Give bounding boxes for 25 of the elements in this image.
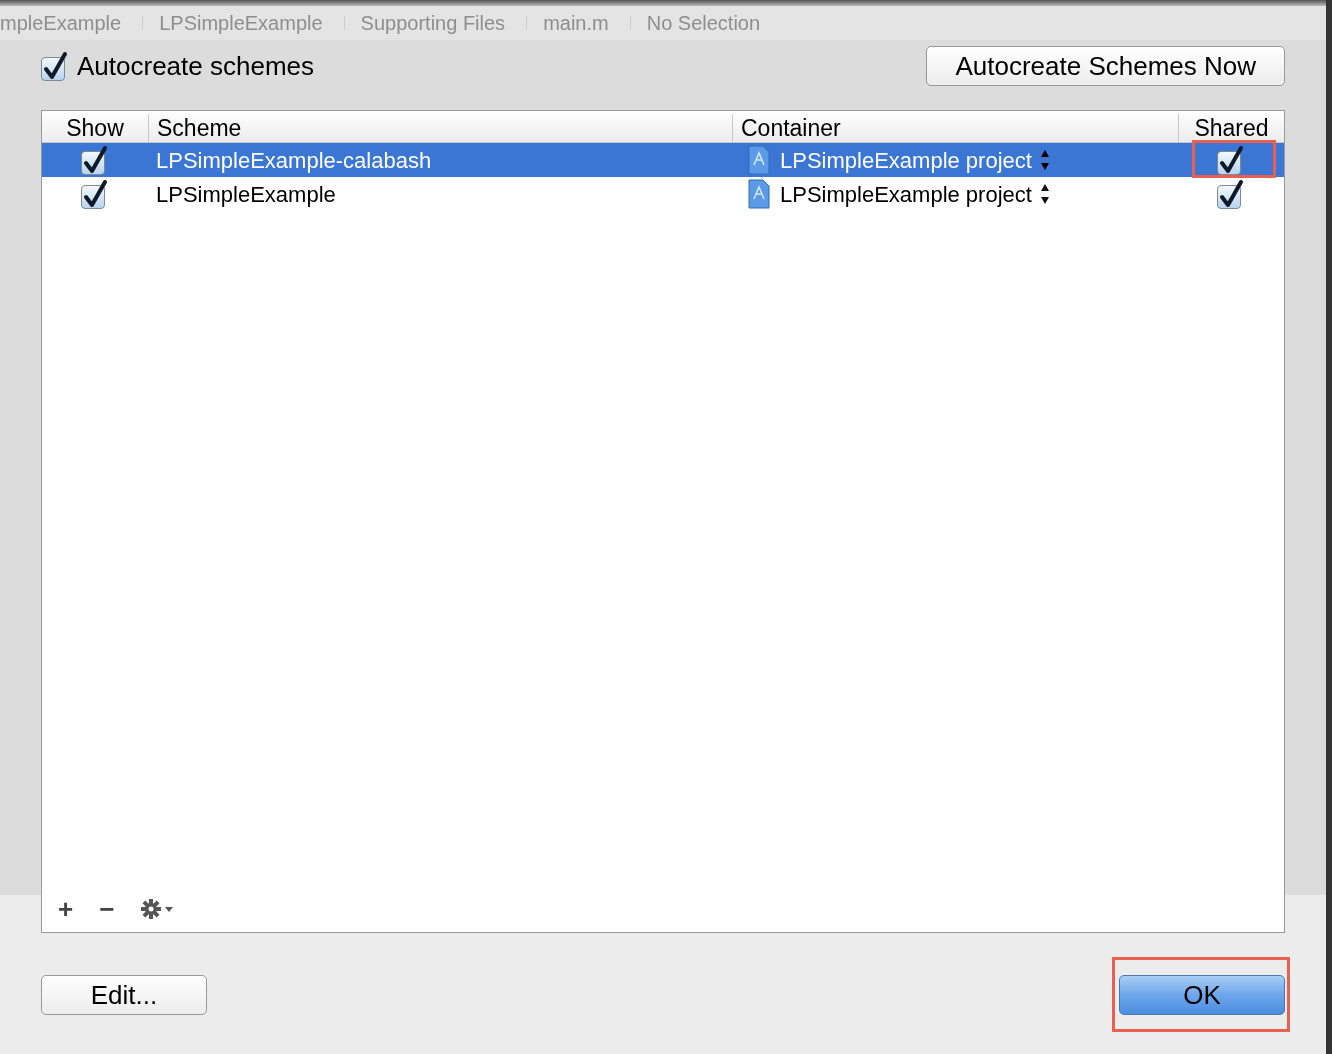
- remove-button[interactable]: −: [99, 896, 115, 922]
- checkbox[interactable]: [1217, 179, 1245, 209]
- column-header[interactable]: Container: [741, 117, 841, 140]
- edit-button[interactable]: Edit...: [41, 975, 207, 1015]
- container-popup[interactable]: LPSimpleExample project: [780, 143, 1050, 177]
- column-header[interactable]: Shared: [1194, 117, 1269, 140]
- checkbox[interactable]: [81, 145, 109, 175]
- stepper-arrows-icon: [1039, 148, 1050, 172]
- column-header[interactable]: Scheme: [157, 117, 242, 140]
- stepper-arrows-icon: [1039, 182, 1050, 206]
- scheme-name: LPSimpleExample: [156, 180, 336, 209]
- table-row[interactable]: LPSimpleExample-calabash LPSimpleExample project: [42, 143, 1284, 177]
- project-file-icon: [748, 145, 770, 175]
- project-file-icon: [748, 179, 770, 209]
- add-button[interactable]: +: [58, 896, 74, 922]
- scheme-name: LPSimpleExample-calabash: [156, 146, 432, 175]
- gear-icon[interactable]: [140, 898, 175, 920]
- container-popup[interactable]: LPSimpleExample project: [780, 177, 1050, 211]
- ok-button[interactable]: OK: [1119, 975, 1285, 1015]
- checkbox[interactable]: [1217, 145, 1245, 175]
- autocreate-now-button[interactable]: Autocreate Schemes Now: [926, 46, 1285, 86]
- checkbox-label: Autocreate schemes: [77, 49, 314, 83]
- column-header[interactable]: Show: [66, 117, 124, 140]
- checkbox[interactable]: [41, 51, 69, 81]
- checkbox[interactable]: [81, 179, 109, 209]
